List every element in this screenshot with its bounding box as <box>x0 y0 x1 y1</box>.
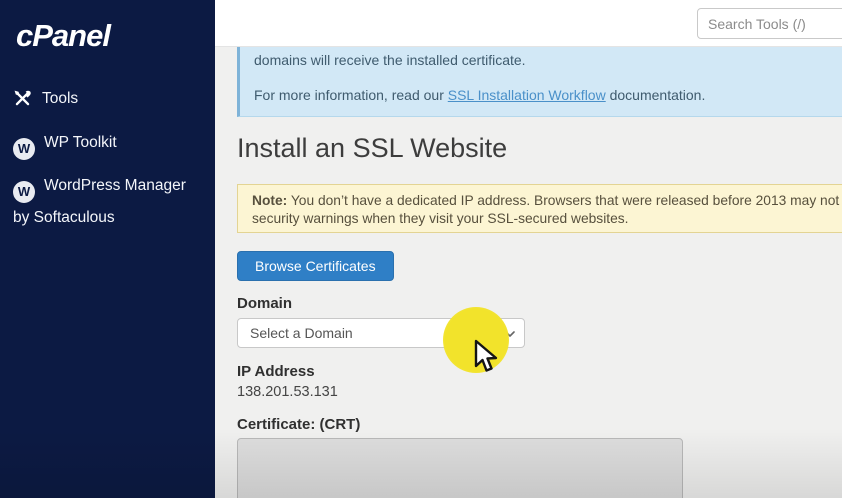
info-line2: For more information, read our SSL Insta… <box>254 87 842 104</box>
info-line2-prefix: For more information, read our <box>254 87 448 103</box>
ip-address-value: 138.201.53.131 <box>237 384 338 400</box>
domain-label: Domain <box>237 295 293 312</box>
ip-address-label: IP Address <box>237 363 315 380</box>
domain-select[interactable]: Select a Domain <box>237 318 525 348</box>
note-label: Note: <box>252 193 288 208</box>
ssl-installation-workflow-link[interactable]: SSL Installation Workflow <box>448 87 606 103</box>
sidebar-item-wordpress-manager[interactable]: W WordPress Manager by Softaculous <box>13 171 205 232</box>
topbar <box>215 0 842 47</box>
main-content: domains will receive the installed certi… <box>215 47 842 498</box>
search-input[interactable] <box>697 8 842 39</box>
note-line2: security warnings when they visit your S… <box>252 210 629 226</box>
sidebar: cPanel Tools W WP Toolkit W WordPress Mana… <box>0 0 215 498</box>
cpanel-logo: cPanel <box>16 18 111 53</box>
page-title: Install an SSL Website <box>237 133 508 163</box>
sidebar-item-label: WordPress Manager by Softaculous <box>13 177 186 226</box>
sidebar-item-tools[interactable]: Tools <box>13 84 205 118</box>
sidebar-item-label: Tools <box>42 90 79 107</box>
sidebar-item-label: WP Toolkit <box>44 134 117 151</box>
wordpress-icon: W <box>13 181 35 203</box>
cpanel-screen: cPanel Tools W WP Toolkit W WordPress Mana… <box>0 0 842 498</box>
tools-icon <box>13 89 32 118</box>
note-line1-text: You don’t have a dedicated IP address. B… <box>287 193 842 208</box>
browse-certificates-button[interactable]: Browse Certificates <box>237 251 394 281</box>
certificate-crt-label: Certificate: (CRT) <box>237 416 361 433</box>
note-callout: Note: You don’t have a dedicated IP addr… <box>237 184 842 233</box>
sidebar-item-wp-toolkit[interactable]: W WP Toolkit <box>13 128 205 160</box>
info-line1: domains will receive the installed certi… <box>254 52 526 68</box>
info-callout: domains will receive the installed certi… <box>237 47 842 117</box>
note-line1: Note: You don’t have a dedicated IP addr… <box>252 192 842 210</box>
domain-select-wrap: Select a Domain <box>237 318 525 348</box>
wordpress-icon: W <box>13 138 35 160</box>
info-line2-suffix: documentation. <box>605 87 706 103</box>
certificate-textarea[interactable] <box>237 438 683 498</box>
